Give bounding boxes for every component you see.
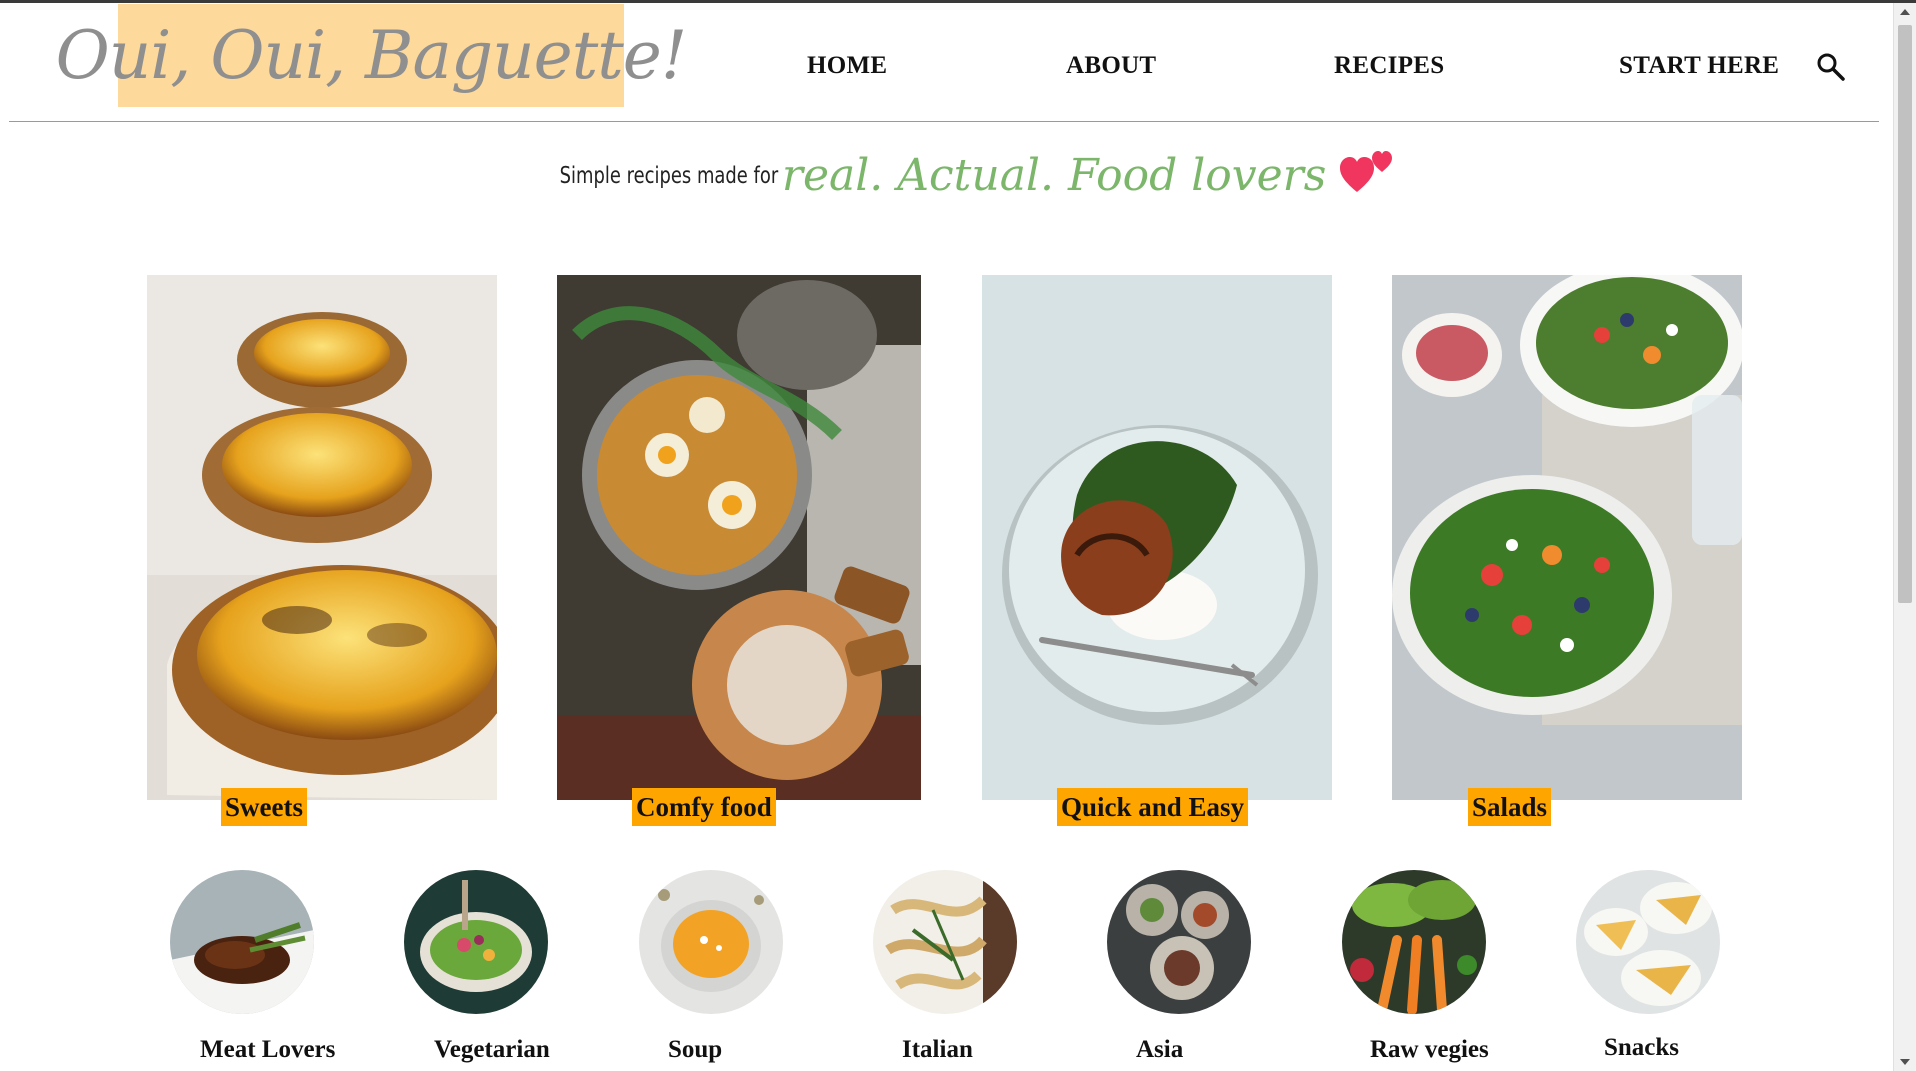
page: Oui, Oui, Baguette! HOME ABOUT RECIPES S… (0, 0, 1916, 1071)
category-label-quick-and-easy[interactable]: Quick and Easy (1057, 788, 1249, 826)
category-label-comfy-food[interactable]: Comfy food (632, 788, 776, 826)
collection-image-soup[interactable] (639, 870, 783, 1014)
site-logo[interactable]: Oui, Oui, Baguette! (55, 4, 688, 107)
category-label-salads[interactable]: Salads (1468, 788, 1552, 826)
nav-start-here[interactable]: START HERE (1619, 52, 1779, 80)
quick-and-easy-image (982, 275, 1332, 800)
collection-label-italian[interactable]: Italian (902, 1036, 973, 1064)
hearts-icon (1340, 150, 1393, 192)
tagline-prefix: Simple recipes made for (559, 162, 778, 189)
category-card-quick-and-easy[interactable] (982, 275, 1332, 800)
collection-label-soup[interactable]: Soup (668, 1036, 722, 1064)
collection-label-vegetarian[interactable]: Vegetarian (434, 1036, 550, 1064)
nav-recipes[interactable]: RECIPES (1334, 52, 1444, 80)
collection-image-italian[interactable] (873, 870, 1017, 1014)
collection-label-raw-vegies[interactable]: Raw vegies (1370, 1036, 1489, 1064)
nav-about[interactable]: ABOUT (1066, 52, 1156, 80)
collection-image-vegetarian[interactable] (404, 870, 548, 1014)
collection-image-meat-lovers[interactable] (170, 870, 314, 1014)
nav-home[interactable]: HOME (807, 52, 887, 80)
collection-image-raw-vegies[interactable] (1342, 870, 1486, 1014)
logo-text: Oui, Oui, Baguette! (55, 17, 688, 94)
salads-image (1392, 275, 1742, 800)
category-card-salads[interactable] (1392, 275, 1742, 800)
collection-label-snacks[interactable]: Snacks (1604, 1034, 1679, 1062)
tagline-script: real. Actual. Food lovers (781, 150, 1327, 201)
scroll-down-icon[interactable] (1900, 1059, 1910, 1065)
collection-label-meat-lovers[interactable]: Meat Lovers (200, 1036, 335, 1064)
category-label-sweets[interactable]: Sweets (221, 788, 307, 826)
scrollbar-thumb[interactable] (1898, 25, 1912, 603)
collection-label-asia[interactable]: Asia (1136, 1036, 1183, 1064)
collection-image-snacks[interactable] (1576, 870, 1720, 1014)
window-top-edge (0, 0, 1916, 3)
collection-image-asia[interactable] (1107, 870, 1251, 1014)
search-icon[interactable] (1816, 52, 1846, 82)
category-card-comfy-food[interactable] (557, 275, 921, 800)
vertical-scrollbar[interactable] (1893, 3, 1916, 1071)
scroll-up-icon[interactable] (1900, 9, 1910, 15)
sweets-image (147, 275, 497, 800)
category-card-sweets[interactable] (147, 275, 497, 800)
comfy-food-image (557, 275, 921, 800)
tagline: Simple recipes made for real. Actual. Fo… (0, 150, 1894, 201)
header-divider (9, 121, 1879, 122)
